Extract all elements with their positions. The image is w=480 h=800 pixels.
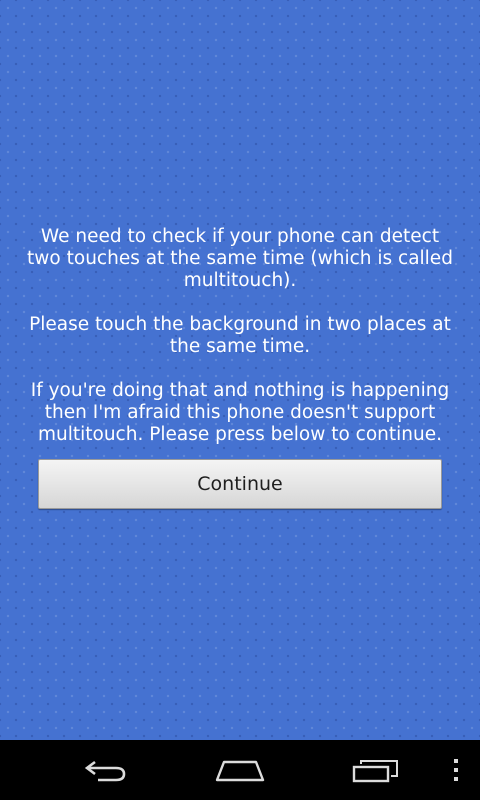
instruction-paragraph-3: If you're doing that and nothing is happ…: [30, 380, 450, 445]
instruction-paragraph-2: Please touch the background in two place…: [29, 314, 451, 357]
overflow-menu-icon: [453, 758, 459, 782]
recent-apps-icon: [351, 756, 401, 784]
home-button[interactable]: [202, 740, 278, 800]
back-icon: [82, 756, 130, 784]
recent-apps-button[interactable]: [338, 740, 414, 800]
continue-button[interactable]: Continue: [38, 459, 442, 509]
instruction-paragraph-1: We need to check if your phone can detec…: [27, 226, 453, 291]
system-navigation-bar: [0, 740, 480, 800]
instruction-message: We need to check if your phone can detec…: [24, 226, 456, 446]
multitouch-test-screen[interactable]: We need to check if your phone can detec…: [0, 0, 480, 740]
home-icon: [214, 756, 266, 784]
back-button[interactable]: [68, 740, 144, 800]
overflow-menu-button[interactable]: [440, 740, 472, 800]
